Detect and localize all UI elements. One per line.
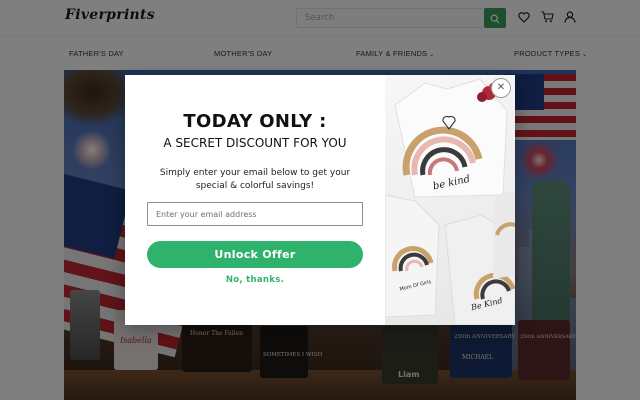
popup-body-text: Simply enter your email below to get you… [159, 168, 351, 191]
email-field[interactable] [147, 202, 363, 226]
popup-title: TODAY ONLY : [183, 111, 327, 132]
close-icon: ✕ [496, 82, 506, 93]
discount-popup: TODAY ONLY : A SECRET DISCOUNT FOR YOU S… [125, 75, 515, 325]
popup-subtitle: A SECRET DISCOUNT FOR YOU [163, 136, 347, 150]
tshirt-collage-image: be kind Mom Of Girls Be Kind [385, 78, 515, 325]
no-thanks-link[interactable]: No, thanks. [125, 275, 385, 285]
popup-image: be kind Mom Of Girls Be Kind [385, 75, 515, 325]
close-popup-button[interactable]: ✕ [491, 78, 511, 98]
popup-form-panel: TODAY ONLY : A SECRET DISCOUNT FOR YOU S… [125, 75, 385, 325]
unlock-offer-button[interactable]: Unlock Offer [147, 241, 363, 268]
